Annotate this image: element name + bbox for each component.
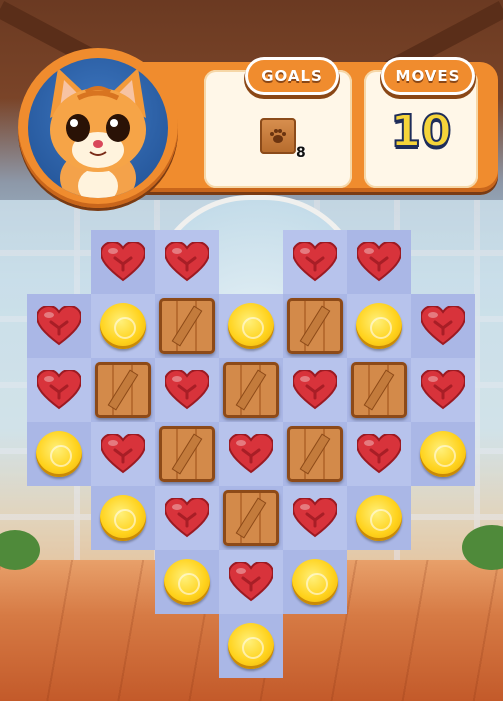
board-cell[interactable] <box>91 486 155 550</box>
wooden-crate-blocker-icon[interactable] <box>95 362 151 418</box>
board-cell[interactable] <box>155 230 219 294</box>
heart-piece-icon[interactable] <box>421 370 465 410</box>
board-cell[interactable] <box>347 230 411 294</box>
wooden-crate-blocker-icon[interactable] <box>159 298 215 354</box>
board-cell[interactable] <box>347 358 411 422</box>
board-cell[interactable] <box>347 486 411 550</box>
wooden-crate-blocker-icon[interactable] <box>159 426 215 482</box>
heart-piece-icon[interactable] <box>293 370 337 410</box>
wooden-crate-blocker-icon[interactable] <box>287 298 343 354</box>
heart-piece-icon[interactable] <box>229 434 273 474</box>
board-cell[interactable] <box>91 358 155 422</box>
board-cell[interactable] <box>283 230 347 294</box>
board-cell[interactable] <box>283 486 347 550</box>
heart-piece-icon[interactable] <box>165 498 209 538</box>
game-board <box>0 0 503 701</box>
wooden-crate-blocker-icon[interactable] <box>223 362 279 418</box>
wooden-crate-blocker-icon[interactable] <box>351 362 407 418</box>
board-cell[interactable] <box>155 358 219 422</box>
gold-coin-piece-icon[interactable] <box>356 303 402 349</box>
gold-coin-piece-icon[interactable] <box>228 303 274 349</box>
board-cell[interactable] <box>219 614 283 678</box>
board-cell[interactable] <box>347 294 411 358</box>
board-cell[interactable] <box>283 422 347 486</box>
heart-piece-icon[interactable] <box>37 370 81 410</box>
board-cell[interactable] <box>219 550 283 614</box>
heart-piece-icon[interactable] <box>357 434 401 474</box>
board-cell[interactable] <box>155 422 219 486</box>
gold-coin-piece-icon[interactable] <box>292 559 338 605</box>
board-cell[interactable] <box>347 422 411 486</box>
gold-coin-piece-icon[interactable] <box>36 431 82 477</box>
gold-coin-piece-icon[interactable] <box>100 495 146 541</box>
board-cell[interactable] <box>283 358 347 422</box>
board-cell[interactable] <box>219 422 283 486</box>
heart-piece-icon[interactable] <box>229 562 273 602</box>
board-cell[interactable] <box>155 294 219 358</box>
heart-piece-icon[interactable] <box>165 242 209 282</box>
board-cell[interactable] <box>219 294 283 358</box>
board-cell[interactable] <box>411 422 475 486</box>
board-cell[interactable] <box>91 422 155 486</box>
board-cell[interactable] <box>155 486 219 550</box>
wooden-crate-blocker-icon[interactable] <box>287 426 343 482</box>
gold-coin-piece-icon[interactable] <box>164 559 210 605</box>
heart-piece-icon[interactable] <box>101 434 145 474</box>
board-cell[interactable] <box>411 294 475 358</box>
gold-coin-piece-icon[interactable] <box>228 623 274 669</box>
board-cell[interactable] <box>283 550 347 614</box>
gold-coin-piece-icon[interactable] <box>356 495 402 541</box>
board-cell[interactable] <box>91 294 155 358</box>
gold-coin-piece-icon[interactable] <box>100 303 146 349</box>
board-cell[interactable] <box>27 422 91 486</box>
board-cell[interactable] <box>411 358 475 422</box>
heart-piece-icon[interactable] <box>421 306 465 346</box>
heart-piece-icon[interactable] <box>293 242 337 282</box>
board-cell[interactable] <box>219 486 283 550</box>
heart-piece-icon[interactable] <box>357 242 401 282</box>
board-cell[interactable] <box>219 358 283 422</box>
board-cell[interactable] <box>27 358 91 422</box>
board-cell[interactable] <box>283 294 347 358</box>
gold-coin-piece-icon[interactable] <box>420 431 466 477</box>
board-cell[interactable] <box>91 230 155 294</box>
board-cell[interactable] <box>155 550 219 614</box>
heart-piece-icon[interactable] <box>37 306 81 346</box>
heart-piece-icon[interactable] <box>165 370 209 410</box>
wooden-crate-blocker-icon[interactable] <box>223 490 279 546</box>
heart-piece-icon[interactable] <box>101 242 145 282</box>
board-cell[interactable] <box>27 294 91 358</box>
heart-piece-icon[interactable] <box>293 498 337 538</box>
